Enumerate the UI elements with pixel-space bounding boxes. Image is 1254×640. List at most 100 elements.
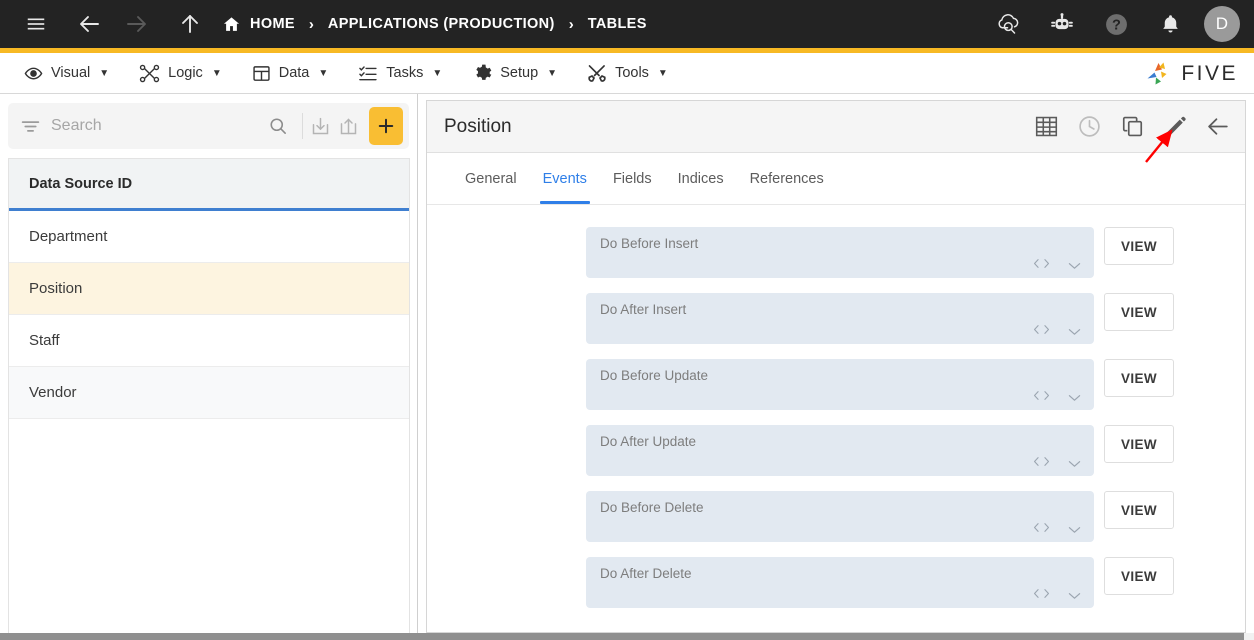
tab-general[interactable]: General — [452, 154, 530, 204]
event-label: Do After Delete — [600, 566, 692, 581]
search-input[interactable] — [51, 117, 258, 135]
event-row-do-before-update: Do Before Update VIEW — [427, 359, 1245, 410]
user-avatar[interactable]: D — [1204, 6, 1240, 42]
table-cell-name: Vendor — [29, 384, 77, 401]
detail-header-actions — [1034, 114, 1231, 139]
event-row-do-after-delete: Do After Delete VIEW — [427, 557, 1245, 608]
menu-label-tasks: Tasks — [386, 65, 424, 81]
tab-indices[interactable]: Indices — [665, 154, 737, 204]
chevron-down-icon[interactable] — [1066, 259, 1083, 272]
back-arrow-icon[interactable] — [70, 0, 110, 48]
event-label: Do After Insert — [600, 302, 687, 317]
view-button[interactable]: VIEW — [1104, 227, 1174, 265]
view-button[interactable]: VIEW — [1104, 425, 1174, 463]
gear-icon — [472, 63, 492, 83]
event-field-icons — [1033, 455, 1083, 471]
code-brackets-icon[interactable] — [1033, 323, 1050, 339]
chevron-down-icon[interactable] — [1066, 325, 1083, 338]
menu-item-tasks[interactable]: Tasks ▼ — [352, 53, 448, 93]
event-input-do-before-delete[interactable]: Do Before Delete — [586, 491, 1094, 542]
cloud-search-icon[interactable] — [988, 0, 1028, 48]
help-icon[interactable]: ? — [1096, 0, 1136, 48]
menu-item-setup[interactable]: Setup ▼ — [466, 53, 563, 93]
robot-icon[interactable] — [1042, 0, 1082, 48]
table-row[interactable]: Staff — [9, 315, 409, 367]
home-icon — [222, 15, 241, 34]
code-brackets-icon[interactable] — [1033, 389, 1050, 405]
menu-label-logic: Logic — [168, 65, 203, 81]
tab-events[interactable]: Events — [530, 154, 600, 204]
tab-fields[interactable]: Fields — [600, 154, 665, 204]
chevron-down-icon: ▼ — [657, 67, 668, 79]
back-arrow-icon[interactable] — [1206, 114, 1231, 139]
breadcrumb-separator-1: › — [308, 15, 314, 33]
menu-label-tools: Tools — [615, 65, 649, 81]
chevron-down-icon[interactable] — [1066, 457, 1083, 470]
brand-logo: FIVE — [1144, 53, 1238, 94]
menu-item-visual[interactable]: Visual ▼ — [18, 53, 115, 93]
table-cell-name: Staff — [29, 332, 60, 349]
table-row[interactable]: Department — [9, 211, 409, 263]
breadcrumb-label-home: HOME — [250, 16, 295, 32]
table-column-header-data-source-id[interactable]: Data Source ID — [9, 159, 409, 211]
breadcrumb: HOME › APPLICATIONS (PRODUCTION) › TABLE… — [210, 0, 647, 48]
view-button[interactable]: VIEW — [1104, 491, 1174, 529]
chevron-down-icon: ▼ — [432, 67, 443, 79]
edit-pencil-icon[interactable] — [1163, 114, 1188, 139]
breadcrumb-label-tables: TABLES — [587, 16, 647, 32]
tables-sidebar: Data Source ID Department Position Staff… — [0, 94, 418, 640]
event-label: Do After Update — [600, 434, 697, 449]
event-label: Do Before Insert — [600, 236, 699, 251]
event-input-do-after-update[interactable]: Do After Update — [586, 425, 1094, 476]
code-brackets-icon[interactable] — [1033, 257, 1050, 273]
view-button[interactable]: VIEW — [1104, 359, 1174, 397]
magnifier-icon[interactable] — [258, 116, 298, 136]
forward-arrow-icon[interactable] — [116, 0, 156, 48]
table-empty-area — [9, 419, 409, 569]
view-button[interactable]: VIEW — [1104, 557, 1174, 595]
eye-icon — [24, 64, 43, 83]
table-grid-icon[interactable] — [1034, 114, 1059, 139]
code-brackets-icon[interactable] — [1033, 521, 1050, 537]
event-input-do-after-insert[interactable]: Do After Insert — [586, 293, 1094, 344]
up-arrow-icon[interactable] — [170, 0, 210, 48]
add-table-button[interactable] — [368, 107, 403, 145]
breadcrumb-item-applications[interactable]: APPLICATIONS (PRODUCTION) — [328, 16, 555, 32]
table-row[interactable]: Position — [9, 263, 409, 315]
view-button[interactable]: VIEW — [1104, 293, 1174, 331]
history-clock-icon[interactable] — [1077, 114, 1102, 139]
code-brackets-icon[interactable] — [1033, 587, 1050, 603]
copy-icon[interactable] — [1120, 114, 1145, 139]
menu-item-data[interactable]: Data ▼ — [246, 53, 335, 93]
scrollbar-thumb[interactable] — [0, 633, 1244, 640]
tab-references[interactable]: References — [737, 154, 837, 204]
breadcrumb-item-home[interactable]: HOME — [222, 15, 295, 34]
event-input-do-before-insert[interactable]: Do Before Insert — [586, 227, 1094, 278]
detail-tabs: General Events Fields Indices References — [427, 153, 1245, 205]
event-input-do-after-delete[interactable]: Do After Delete — [586, 557, 1094, 608]
export-icon[interactable] — [335, 106, 363, 146]
table-cell-name: Position — [29, 280, 83, 297]
chevron-down-icon: ▼ — [547, 67, 558, 79]
toolbar-divider — [302, 113, 303, 139]
code-brackets-icon[interactable] — [1033, 455, 1050, 471]
five-arrows-logo-icon — [1144, 60, 1174, 88]
bell-icon[interactable] — [1150, 0, 1190, 48]
hamburger-menu-icon[interactable] — [16, 0, 56, 48]
breadcrumb-item-tables[interactable]: TABLES — [588, 16, 647, 32]
brand-text: FIVE — [1181, 61, 1238, 85]
event-row-do-before-delete: Do Before Delete VIEW — [427, 491, 1245, 542]
chevron-down-icon[interactable] — [1066, 523, 1083, 536]
menu-item-tools[interactable]: Tools ▼ — [581, 53, 674, 93]
filter-icon[interactable] — [20, 116, 41, 137]
table-detail-panel: Position General Events Fields Indices R… — [426, 100, 1246, 633]
chevron-down-icon[interactable] — [1066, 391, 1083, 404]
page-title: Position — [444, 115, 512, 137]
chevron-down-icon[interactable] — [1066, 589, 1083, 602]
horizontal-scrollbar[interactable] — [0, 633, 1254, 640]
menu-item-logic[interactable]: Logic ▼ — [133, 53, 228, 93]
table-row[interactable]: Vendor — [9, 367, 409, 419]
event-input-do-before-update[interactable]: Do Before Update — [586, 359, 1094, 410]
import-icon[interactable] — [307, 106, 335, 146]
event-row-do-before-insert: Do Before Insert VIEW — [427, 227, 1245, 278]
